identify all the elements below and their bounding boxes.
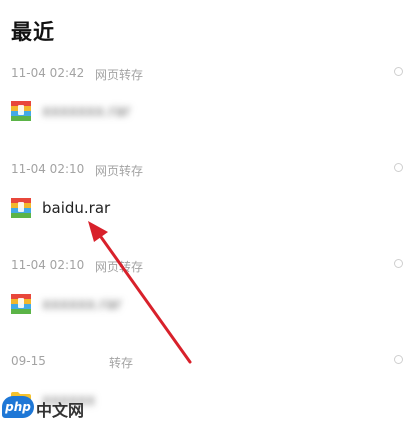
watermark-badge: php [2,396,34,418]
watermark-text: 中文网 [36,401,85,420]
site-watermark: php 中文网 [2,392,122,422]
annotation-arrow [88,221,192,364]
